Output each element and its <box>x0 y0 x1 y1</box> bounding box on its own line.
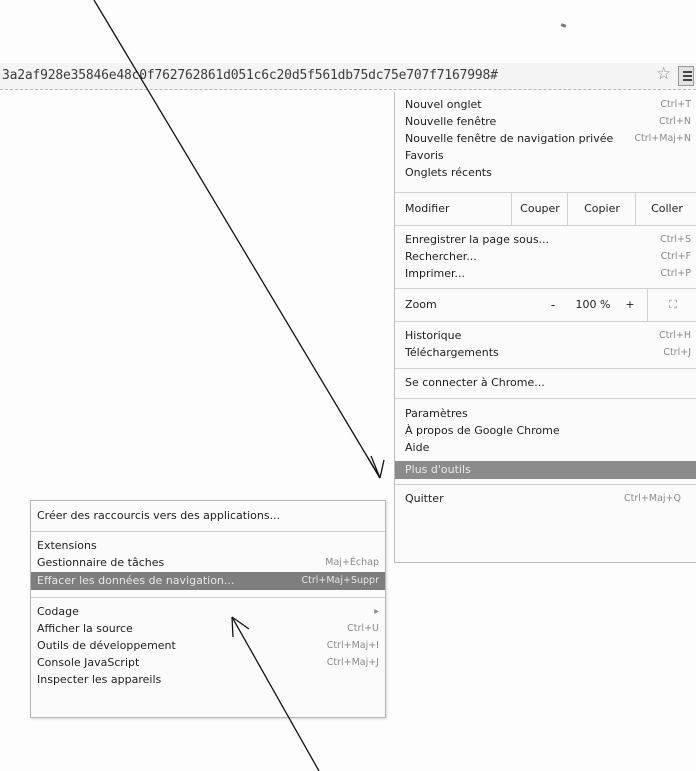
arrowhead-side <box>379 459 385 479</box>
arrowhead-right <box>231 616 250 630</box>
arrowhead-left <box>231 616 234 638</box>
arrow-to-menu <box>93 0 381 479</box>
annotation-arrows <box>93 0 385 771</box>
arrowhead-to-menu <box>367 455 381 479</box>
arrow-to-submenu <box>231 616 320 771</box>
